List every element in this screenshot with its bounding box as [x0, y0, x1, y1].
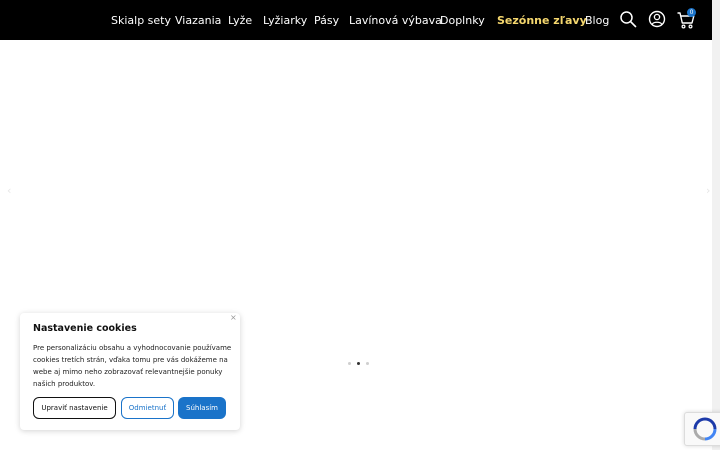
nav-item-lyze[interactable]: Lyže	[228, 14, 252, 27]
cookie-settings-button[interactable]: Upraviť nastavenie	[33, 397, 116, 419]
nav-item-sezonne-zlavy[interactable]: Sezónne zľavy	[497, 14, 587, 27]
cookie-description: Pre personalizáciu obsahu a vyhodnocovan…	[33, 344, 232, 388]
cookie-close-button[interactable]: ×	[230, 313, 237, 322]
site-header: Skialp sety Viazania Lyže Lyžiarky Pásy …	[0, 0, 712, 40]
nav-item-pasy[interactable]: Pásy	[314, 14, 339, 27]
recaptcha-badge[interactable]	[684, 412, 720, 446]
recaptcha-icon	[693, 417, 717, 441]
slider-dot-2[interactable]	[357, 362, 360, 365]
nav-item-lyziarky[interactable]: Lyžiarky	[263, 14, 307, 27]
nav-item-doplnky[interactable]: Doplnky	[440, 14, 485, 27]
search-icon[interactable]	[619, 10, 639, 30]
account-icon[interactable]	[648, 10, 668, 30]
slider-prev-arrow[interactable]: ‹	[7, 184, 11, 197]
nav-item-skialp-sety[interactable]: Skialp sety	[111, 14, 171, 27]
slider-dot-3[interactable]	[366, 362, 369, 365]
nav-item-viazania[interactable]: Viazania	[175, 14, 221, 27]
cart-count-badge: 0	[687, 8, 696, 17]
cookie-reject-button[interactable]: Odmietnuť	[121, 397, 174, 419]
nav-item-lavinova-vybava[interactable]: Lavínová výbava	[349, 14, 442, 27]
slider-pagination	[348, 362, 369, 365]
slider-next-arrow[interactable]: ›	[706, 184, 710, 197]
slider-dot-1[interactable]	[348, 362, 351, 365]
cookie-title: Nastavenie cookies	[33, 323, 137, 334]
page-scrollbar[interactable]	[712, 0, 720, 450]
nav-item-blog[interactable]: Blog	[585, 14, 609, 27]
cookie-accept-button[interactable]: Súhlasím	[178, 397, 226, 419]
